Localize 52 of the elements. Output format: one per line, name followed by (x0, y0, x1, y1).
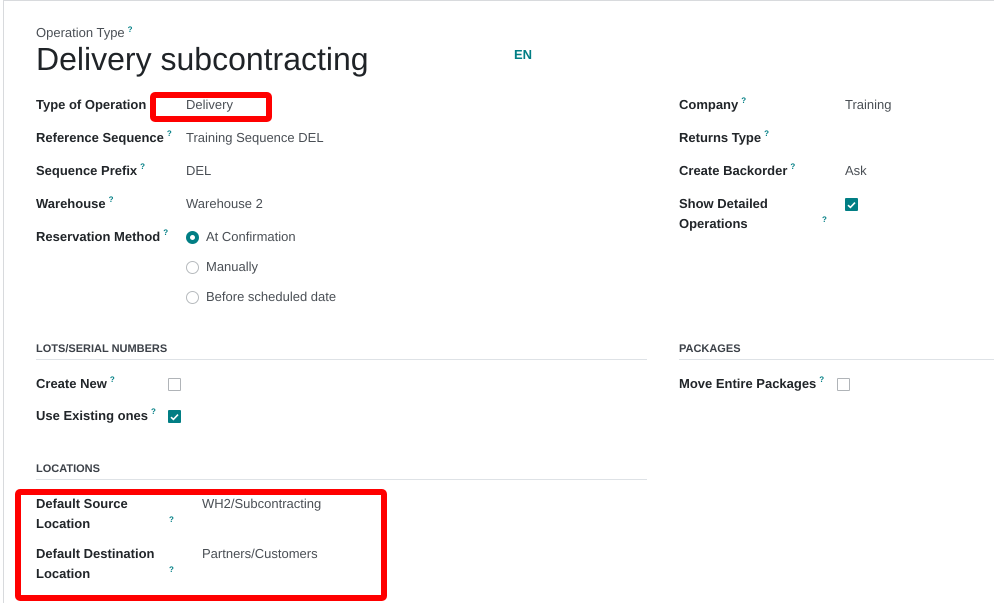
field-label: Company (679, 96, 738, 114)
checkbox[interactable] (837, 378, 850, 391)
field-value[interactable]: Training (845, 97, 892, 112)
help-mark[interactable]: ? (741, 97, 746, 105)
help-mark[interactable]: ? (150, 408, 156, 416)
field-value[interactable]: WH2/Subcontracting (202, 496, 322, 511)
language-button[interactable]: EN (514, 47, 532, 62)
section-heading: PACKAGES (679, 343, 994, 360)
field-value[interactable]: Warehouse 2 (186, 196, 263, 211)
field-label: Reservation Method (36, 228, 160, 246)
radio-label[interactable]: Before scheduled date (206, 287, 336, 307)
radio-button[interactable] (186, 230, 199, 244)
field-label: Default Source Location (36, 495, 129, 533)
help-mark[interactable]: ? (819, 376, 824, 384)
field-label: Create New (36, 375, 107, 393)
checkbox[interactable] (168, 410, 181, 423)
help-mark[interactable]: ? (169, 516, 174, 524)
radio-label[interactable]: Manually (206, 257, 258, 277)
field-label: Warehouse (36, 195, 106, 213)
help-mark[interactable]: ? (140, 163, 146, 171)
checkbox[interactable] (168, 378, 181, 391)
help-mark[interactable]: ? (790, 163, 796, 171)
field-label: Create Backorder (679, 162, 788, 180)
radio-button[interactable] (186, 260, 199, 274)
record-title: Delivery subcontracting (36, 40, 370, 78)
field-value[interactable]: Partners/Customers (202, 546, 318, 561)
field-value[interactable]: Delivery (186, 97, 233, 112)
section-heading: LOCATIONS (36, 463, 647, 480)
help-mark[interactable]: ? (764, 130, 769, 138)
help-mark[interactable]: ? (128, 25, 133, 34)
field-label: Returns Type (679, 129, 762, 147)
help-mark[interactable]: ? (166, 130, 172, 138)
field-label: Default Destination Location (36, 545, 156, 583)
field-label: Type of Operation (36, 96, 146, 114)
help-mark[interactable]: ? (822, 216, 827, 224)
radio-label[interactable]: At Confirmation (206, 227, 296, 247)
field-label: Move Entire Packages (679, 375, 816, 393)
checkbox[interactable] (845, 198, 858, 211)
help-mark[interactable]: ? (108, 196, 114, 204)
field-label: Use Existing ones (36, 407, 148, 425)
help-mark[interactable]: ? (169, 566, 174, 574)
help-mark[interactable]: ? (110, 376, 115, 384)
field-value[interactable]: Training Sequence DEL (186, 130, 324, 145)
field-label: Show Detailed Operations (679, 195, 769, 233)
radio-button[interactable] (186, 290, 199, 304)
field-value[interactable]: DEL (186, 163, 212, 178)
section-heading: LOTS/SERIAL NUMBERS (36, 343, 647, 360)
field-label: Reference Sequence (36, 129, 164, 147)
field-value[interactable]: Ask (845, 163, 867, 178)
help-mark[interactable]: ? (163, 229, 168, 237)
form-caption: Operation Type (36, 25, 125, 40)
field-label: Sequence Prefix (36, 162, 138, 180)
